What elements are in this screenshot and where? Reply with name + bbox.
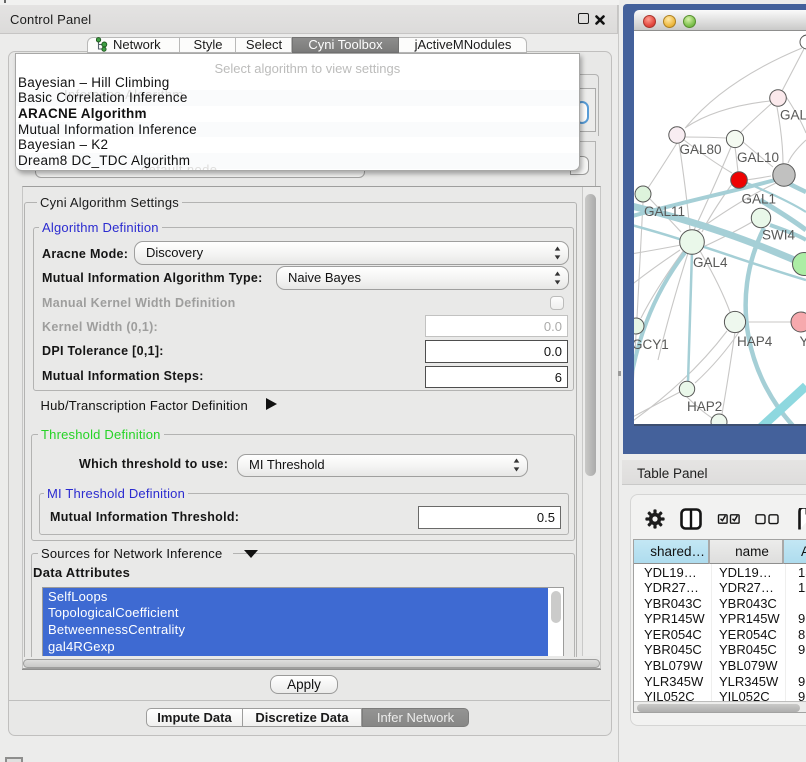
svg-text:GAL11: GAL11: [644, 204, 685, 219]
svg-text:HAP4: HAP4: [737, 334, 773, 349]
svg-text:SWI4: SWI4: [762, 228, 795, 243]
svg-text:GAL4: GAL4: [693, 255, 728, 270]
svg-text:GAL1: GAL1: [742, 192, 777, 207]
svg-text:GAL80: GAL80: [680, 142, 722, 157]
svg-text:HAP2: HAP2: [687, 399, 722, 414]
svg-text:YM: YM: [800, 334, 806, 349]
svg-text:GAL10: GAL10: [737, 150, 779, 165]
svg-text:GCY1: GCY1: [634, 337, 669, 352]
svg-text:GAL2: GAL2: [780, 108, 806, 123]
